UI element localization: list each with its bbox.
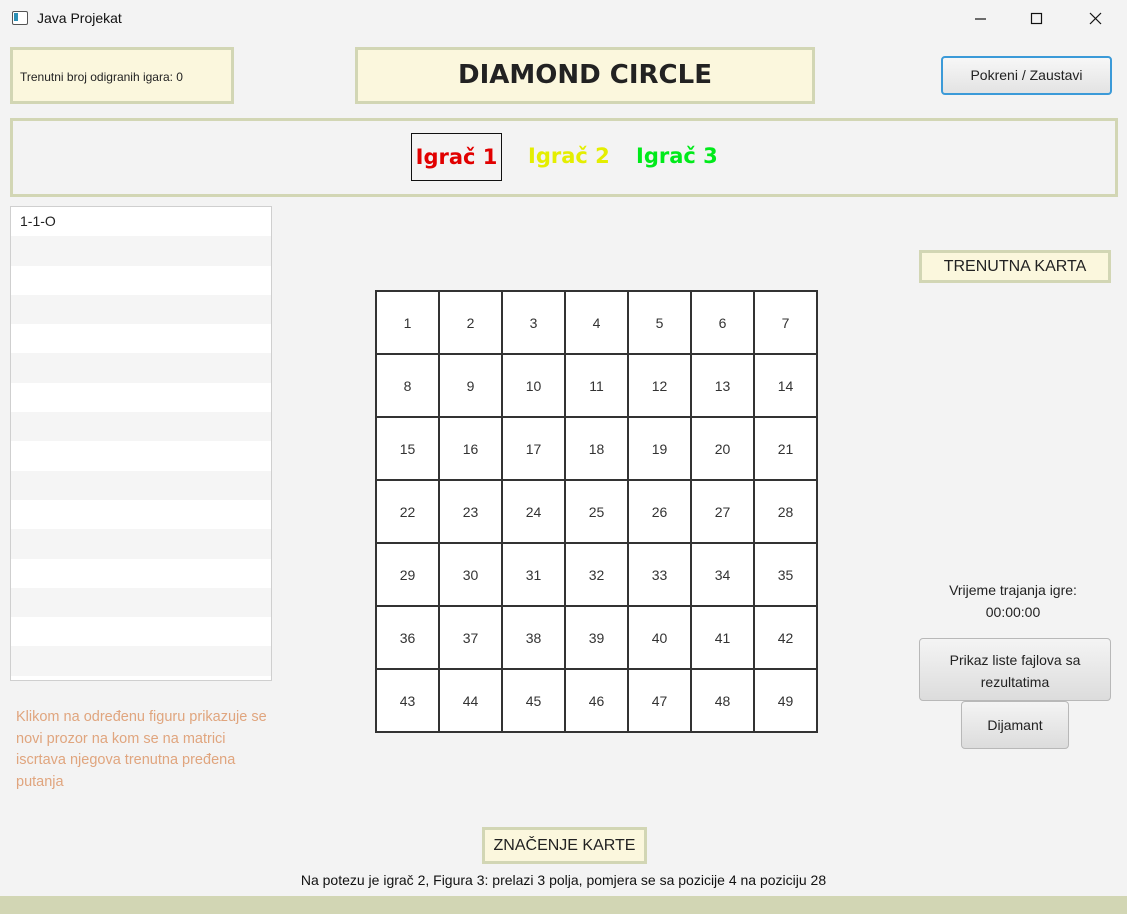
board-cell: 27 [691,480,754,543]
board-cell: 10 [502,354,565,417]
board-cell: 21 [754,417,817,480]
board-cell: 24 [502,480,565,543]
board-cell: 43 [376,669,439,732]
list-item-empty [11,236,271,266]
figure-list: 1-1-O [10,206,272,681]
games-played-counter: Trenutni broj odigranih igara: 0 [10,47,234,104]
window-title: Java Projekat [37,10,122,26]
board-cell: 49 [754,669,817,732]
list-item-empty [11,529,271,559]
board-cell: 3 [502,291,565,354]
board-cell: 11 [565,354,628,417]
start-stop-button[interactable]: Pokreni / Zaustavi [941,56,1112,95]
board-cell: 22 [376,480,439,543]
game-duration-label: Vrijeme trajanja igre: [949,582,1077,598]
board-cell: 36 [376,606,439,669]
board-cell: 29 [376,543,439,606]
list-item-empty [11,324,271,353]
list-item-empty [11,646,271,676]
minimize-icon [975,18,986,20]
results-files-button[interactable]: Prikaz liste fajlova sa rezultatima [919,638,1111,701]
board-cell: 2 [439,291,502,354]
board-cell: 20 [691,417,754,480]
board-cell: 31 [502,543,565,606]
board-cell: 18 [565,417,628,480]
board-cell: 44 [439,669,502,732]
list-item-empty [11,470,271,500]
board-cell: 26 [628,480,691,543]
board-cell: 30 [439,543,502,606]
board-cell: 32 [565,543,628,606]
turn-description: Na potezu je igrač 2, Figura 3: prelazi … [300,872,827,888]
list-item-empty [11,294,271,325]
card-meaning-label: ZNAČENJE KARTE [482,827,647,864]
board-cell: 4 [565,291,628,354]
board-cell: 40 [628,606,691,669]
bottom-bar [0,896,1127,914]
board-cell: 47 [628,669,691,732]
list-item-empty [11,383,271,412]
board-cell: 42 [754,606,817,669]
board-cell: 14 [754,354,817,417]
board-cell: 5 [628,291,691,354]
list-item-empty [11,266,271,295]
board-cell: 39 [565,606,628,669]
board-cell: 37 [439,606,502,669]
game-title: DIAMOND CIRCLE [355,47,815,104]
list-item-empty [11,617,271,646]
board-cell: 46 [565,669,628,732]
list-item-empty [11,559,271,588]
board-cell: 34 [691,543,754,606]
close-icon [1089,12,1102,25]
board-cell: 12 [628,354,691,417]
list-item-empty [11,587,271,618]
board-cell: 8 [376,354,439,417]
board-cell: 45 [502,669,565,732]
maximize-button[interactable] [1014,0,1060,38]
board-cell: 38 [502,606,565,669]
list-item[interactable]: 1-1-O [11,207,271,236]
minimize-button[interactable] [958,0,1004,38]
player-2-label: Igrač 2 [528,144,610,168]
player-1-label: Igrač 1 [411,133,502,181]
close-button[interactable] [1073,0,1119,38]
current-card-label: TRENUTNA KARTA [919,250,1111,283]
board-cell: 7 [754,291,817,354]
board-cell: 28 [754,480,817,543]
app-window-icon [12,11,28,25]
game-duration-value: 00:00:00 [985,604,1041,620]
board-cell: 9 [439,354,502,417]
list-item-empty [11,441,271,470]
board-cell: 23 [439,480,502,543]
maximize-icon [1030,12,1043,25]
list-item-empty [11,353,271,383]
board-cell: 15 [376,417,439,480]
list-item-empty [11,412,271,442]
board-cell: 13 [691,354,754,417]
board-cell: 1 [376,291,439,354]
player-3-label: Igrač 3 [636,144,718,168]
game-board: 1 2 3 4 5 6 7 8 9 10 11 12 13 14 15 16 17 18 19 20 21 22 23 24 2… [375,290,818,733]
list-item-empty [11,500,271,529]
board-cell: 35 [754,543,817,606]
figure-hint-text: Klikom na određenu figuru prikazuje se n… [16,709,267,790]
board-cell: 41 [691,606,754,669]
diamond-button[interactable]: Dijamant [961,701,1069,749]
board-cell: 6 [691,291,754,354]
board-cell: 19 [628,417,691,480]
board-cell: 48 [691,669,754,732]
board-cell: 25 [565,480,628,543]
window-titlebar: Java Projekat [0,0,1127,38]
board-cell: 16 [439,417,502,480]
board-cell: 17 [502,417,565,480]
board-cell: 33 [628,543,691,606]
